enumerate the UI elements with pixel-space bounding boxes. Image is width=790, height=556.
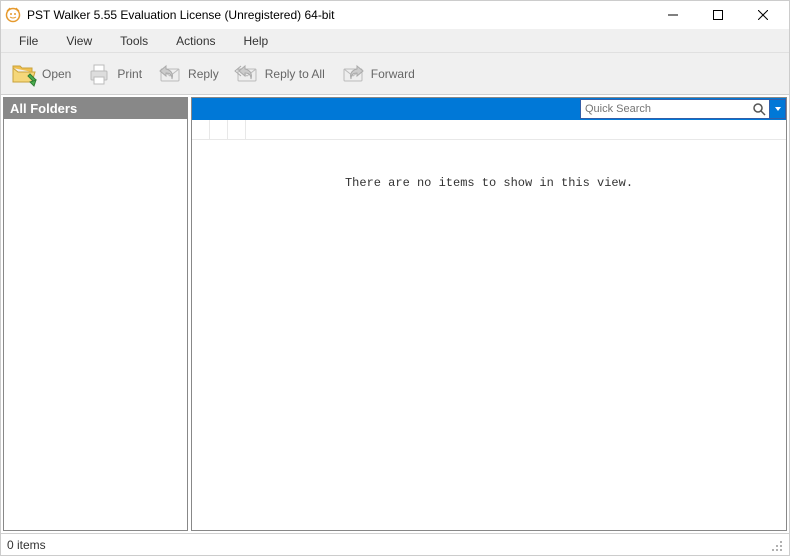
window-controls	[650, 1, 785, 29]
app-window: PST Walker 5.55 Evaluation License (Unre…	[0, 0, 790, 556]
search-dropdown-button[interactable]	[770, 99, 786, 119]
menu-file[interactable]: File	[5, 31, 52, 51]
menu-tools[interactable]: Tools	[106, 31, 162, 51]
reply-label: Reply	[188, 67, 219, 81]
status-text: 0 items	[7, 538, 46, 552]
toolbar: Open Print Reply	[1, 53, 789, 95]
folder-tree[interactable]	[4, 119, 187, 530]
reply-all-icon	[233, 60, 261, 88]
app-icon	[5, 7, 21, 23]
menu-help[interactable]: Help	[230, 31, 283, 51]
folders-panel: All Folders	[3, 97, 188, 531]
search-icon[interactable]	[749, 100, 769, 118]
search-input[interactable]	[581, 101, 749, 117]
print-button[interactable]: Print	[82, 56, 151, 92]
column-divider[interactable]	[192, 120, 210, 139]
content-area: All Folders There are no item	[1, 95, 789, 533]
statusbar: 0 items	[1, 533, 789, 555]
titlebar: PST Walker 5.55 Evaluation License (Unre…	[1, 1, 789, 29]
window-title: PST Walker 5.55 Evaluation License (Unre…	[27, 8, 650, 22]
maximize-button[interactable]	[695, 1, 740, 29]
reply-icon	[156, 60, 184, 88]
forward-label: Forward	[371, 67, 415, 81]
forward-icon	[339, 60, 367, 88]
close-button[interactable]	[740, 1, 785, 29]
minimize-button[interactable]	[650, 1, 695, 29]
menu-view[interactable]: View	[52, 31, 106, 51]
menu-actions[interactable]: Actions	[162, 31, 229, 51]
printer-icon	[85, 60, 113, 88]
column-divider[interactable]	[210, 120, 228, 139]
forward-button[interactable]: Forward	[336, 56, 424, 92]
resize-grip-icon[interactable]	[769, 538, 783, 552]
print-label: Print	[117, 67, 142, 81]
column-divider[interactable]	[228, 120, 246, 139]
folders-header: All Folders	[4, 98, 187, 119]
open-button[interactable]: Open	[7, 56, 80, 92]
menubar: File View Tools Actions Help	[1, 29, 789, 53]
column-headers[interactable]	[192, 120, 786, 140]
search-box	[580, 99, 770, 119]
reply-button[interactable]: Reply	[153, 56, 228, 92]
open-label: Open	[42, 67, 71, 81]
open-folder-icon	[10, 60, 38, 88]
items-panel: There are no items to show in this view.	[191, 97, 787, 531]
empty-message: There are no items to show in this view.	[192, 176, 786, 190]
reply-all-button[interactable]: Reply to All	[230, 56, 334, 92]
reply-all-label: Reply to All	[265, 67, 325, 81]
list-header-bar	[192, 98, 786, 120]
